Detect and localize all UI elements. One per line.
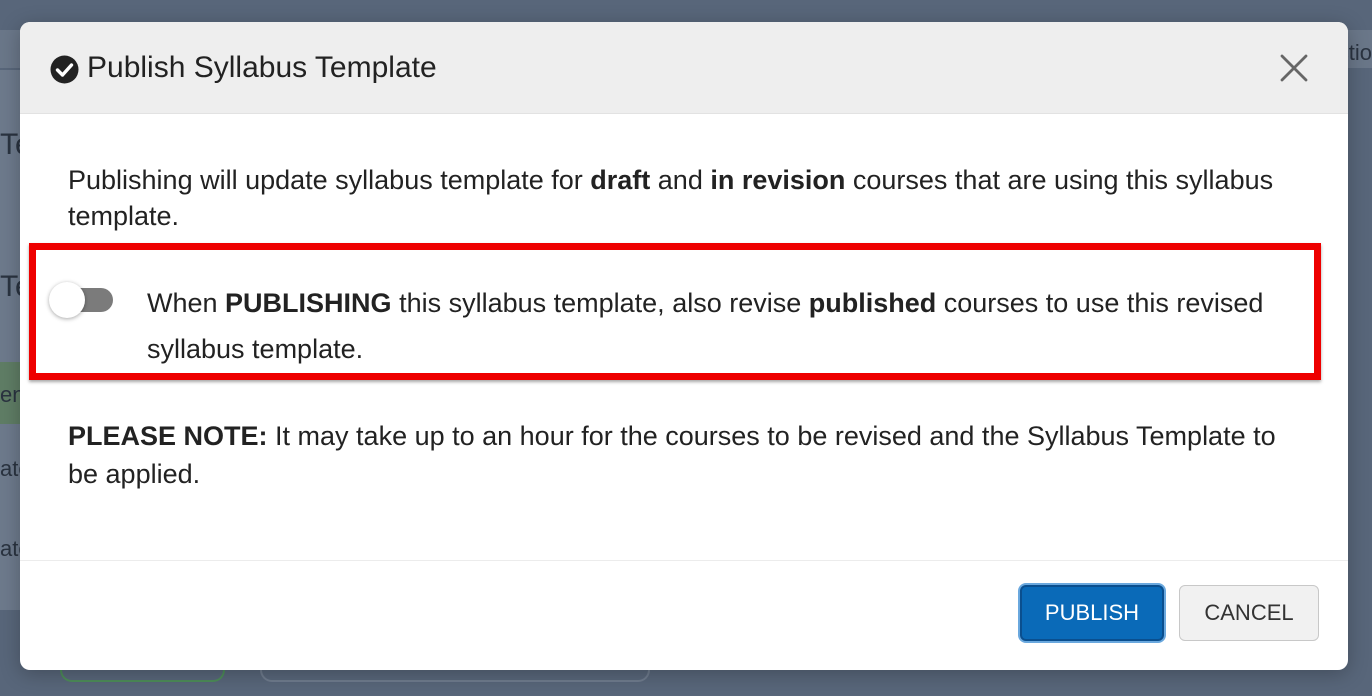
publishing-label: PUBLISHING [225,288,392,318]
revise-published-option-highlight: When PUBLISHING this syllabus template, … [29,243,1321,380]
toggle-text-part: When [147,288,226,318]
dialog-header: Publish Syllabus Template [20,22,1348,114]
draft-label: draft [590,165,651,195]
please-note-text: PLEASE NOTE: It may take up to an hour f… [68,417,1308,493]
toggle-text-part: this syllabus template, also revise [391,288,809,318]
cancel-button[interactable]: CANCEL [1179,585,1319,641]
revise-published-label: When PUBLISHING this syllabus template, … [147,280,1297,372]
published-label: published [808,288,937,318]
close-icon[interactable] [1276,50,1312,86]
dialog-title: Publish Syllabus Template [87,51,437,84]
background-pill [260,668,650,682]
check-circle-icon [50,55,79,84]
background-pill [60,668,225,682]
in-revision-label: in revision [710,165,846,195]
revise-published-toggle[interactable] [47,280,117,320]
intro-text: Publishing will update syllabus template… [68,162,1308,234]
publish-button[interactable]: PUBLISH [1020,585,1164,641]
intro-text-part: and [650,165,711,195]
toggle-knob [49,282,85,318]
footer-divider [20,560,1348,561]
intro-text-part: Publishing will update syllabus template… [68,165,591,195]
please-note-label: PLEASE NOTE: [68,421,268,451]
